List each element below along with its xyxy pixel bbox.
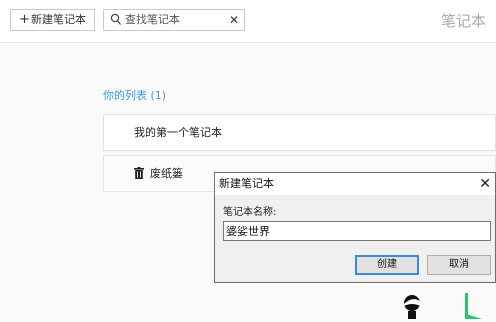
page-title: 笔记本 — [440, 12, 486, 30]
trash-label: 废纸篓 — [150, 167, 183, 180]
close-icon[interactable]: ✕ — [479, 173, 491, 195]
create-button[interactable]: 创建 — [355, 255, 419, 275]
search-box[interactable]: 查找笔记本 ✕ — [103, 9, 245, 31]
plus-icon: + — [19, 12, 30, 27]
cancel-button[interactable]: 取消 — [427, 255, 491, 275]
notebook-name-label: 笔记本名称: — [223, 207, 277, 218]
search-icon — [110, 13, 122, 27]
toolbar: +新建笔记本 查找笔记本 ✕ 笔记本 — [0, 0, 496, 43]
trash-icon — [134, 167, 144, 179]
search-input[interactable]: 查找笔记本 — [125, 10, 180, 30]
new-notebook-button[interactable]: +新建笔记本 — [10, 9, 95, 31]
clear-search-icon[interactable]: ✕ — [229, 10, 239, 30]
list-item-notebook[interactable]: 我的第一个笔记本 — [103, 114, 496, 151]
dialog-titlebar: 新建笔记本 ✕ — [215, 173, 495, 195]
notebook-label: 我的第一个笔记本 — [134, 126, 222, 139]
notebook-name-input[interactable] — [223, 221, 491, 241]
list-header: 你的列表 (1) — [103, 89, 167, 102]
new-notebook-dialog: 新建笔记本 ✕ 笔记本名称: 创建 取消 — [214, 172, 496, 283]
dialog-title: 新建笔记本 — [219, 177, 274, 190]
new-notebook-label: 新建笔记本 — [30, 13, 86, 26]
decorative-figure — [396, 284, 496, 319]
